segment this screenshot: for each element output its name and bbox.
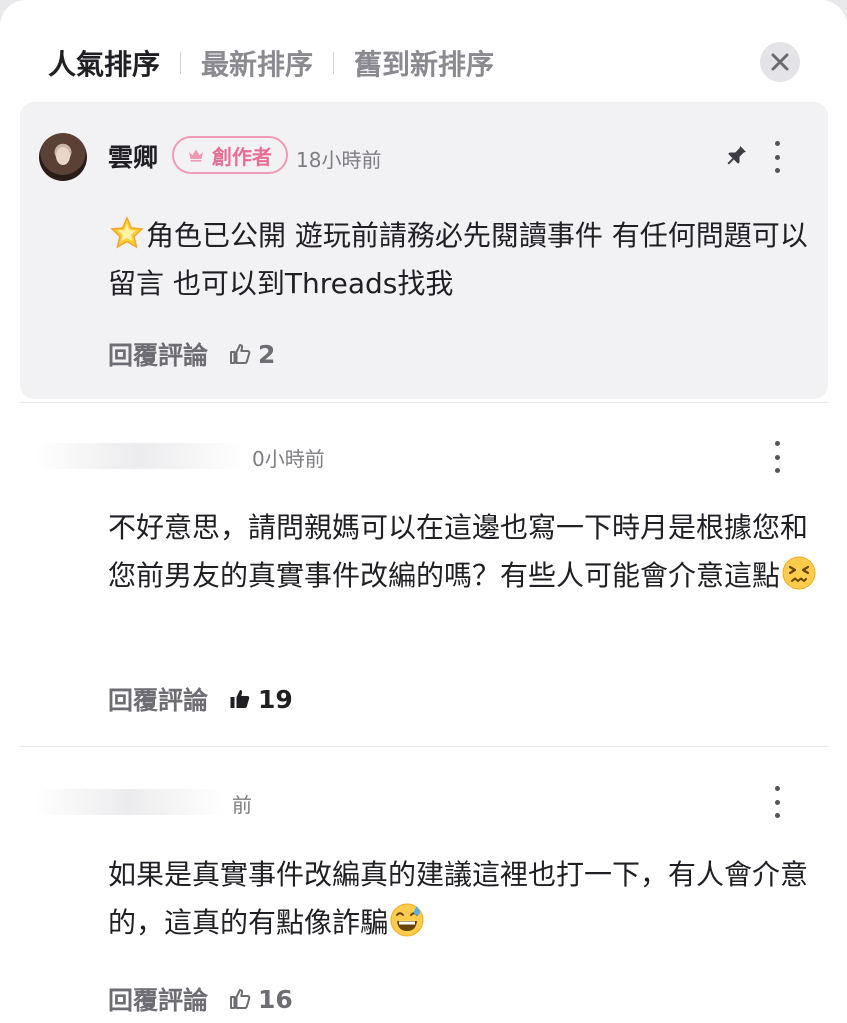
avatar[interactable] [39, 133, 87, 181]
comment-time: 前 [232, 793, 252, 817]
reply-button[interactable]: 回覆評論 [108, 336, 208, 372]
grinning-sweat-face-icon [390, 903, 424, 937]
tab-newest-sort[interactable]: 最新排序 [201, 43, 313, 83]
close-icon [771, 53, 789, 71]
close-button[interactable] [760, 42, 800, 82]
tab-divider [180, 52, 182, 74]
comment-text: 如果是真實事件改編真的建議這裡也打一下，有人會介意的，這真的有點像詐騙 [108, 858, 809, 939]
comment-body: 如果是真實事件改編真的建議這裡也打一下，有人會介意的，這真的有點像詐騙 [108, 851, 820, 947]
badge-label: 創作者 [212, 144, 272, 169]
pinned-comment: 雲卿 創作者 18小時前 角色已公開 遊玩前請務必先閱讀事件 有任何問題可以留言… [20, 102, 828, 399]
glowing-star-icon [110, 216, 144, 249]
blurred-author [34, 443, 244, 469]
more-options-icon[interactable] [772, 141, 782, 173]
thumbs-up-outline-icon [230, 344, 251, 364]
more-options-icon[interactable] [772, 441, 782, 473]
comment-item: 前 如果是真實事件改編真的建議這裡也打一下，有人會介意的，這真的有點像詐騙 回覆… [20, 747, 828, 1023]
comment-actions: 回覆評論 16 [108, 979, 293, 1019]
tab-divider [333, 52, 335, 74]
comments-sheet: 人氣排序 最新排序 舊到新排序 雲卿 創作者 18小時前 角色已公開 遊玩前請務… [0, 0, 847, 1023]
comment-author[interactable]: 雲卿 [108, 138, 158, 174]
tab-oldest-sort[interactable]: 舊到新排序 [354, 43, 494, 83]
reply-button[interactable]: 回覆評論 [108, 981, 208, 1017]
comment-actions: 回覆評論 19 [108, 679, 293, 719]
like-count: 2 [258, 339, 276, 369]
like-count: 16 [258, 984, 293, 1014]
pin-icon [727, 146, 746, 165]
blurred-author [34, 789, 224, 815]
thumbs-up-filled-icon [230, 690, 250, 708]
comment-time: 18小時前 [296, 148, 382, 172]
more-options-icon[interactable] [772, 786, 782, 818]
thumbs-up-outline-icon [230, 989, 251, 1009]
crown-icon [188, 148, 204, 162]
confounded-face-icon [782, 556, 816, 590]
tab-popular-sort[interactable]: 人氣排序 [48, 43, 160, 83]
like-button[interactable]: 2 [228, 340, 275, 369]
comment-text: 不好意思，請問親媽可以在這邊也寫一下時月是根據您和您前男友的真實事件改編的嗎？有… [108, 511, 809, 592]
comment-item: 0小時前 不好意思，請問親媽可以在這邊也寫一下時月是根據您和您前男友的真實事件改… [20, 403, 828, 745]
reply-button[interactable]: 回覆評論 [108, 681, 208, 717]
sort-tabs: 人氣排序 最新排序 舊到新排序 [48, 40, 494, 86]
creator-badge: 創作者 [172, 136, 288, 174]
comment-time: 0小時前 [252, 447, 325, 471]
like-button[interactable]: 16 [228, 985, 293, 1014]
comment-body: 不好意思，請問親媽可以在這邊也寫一下時月是根據您和您前男友的真實事件改編的嗎？有… [108, 504, 820, 600]
like-button[interactable]: 19 [228, 685, 293, 714]
comment-actions: 回覆評論 2 [108, 334, 275, 374]
comment-text: 角色已公開 遊玩前請務必先閱讀事件 有任何問題可以留言 也可以到Threads找… [108, 219, 808, 300]
like-count: 19 [258, 684, 293, 714]
comment-body: 角色已公開 遊玩前請務必先閱讀事件 有任何問題可以留言 也可以到Threads找… [108, 212, 820, 308]
